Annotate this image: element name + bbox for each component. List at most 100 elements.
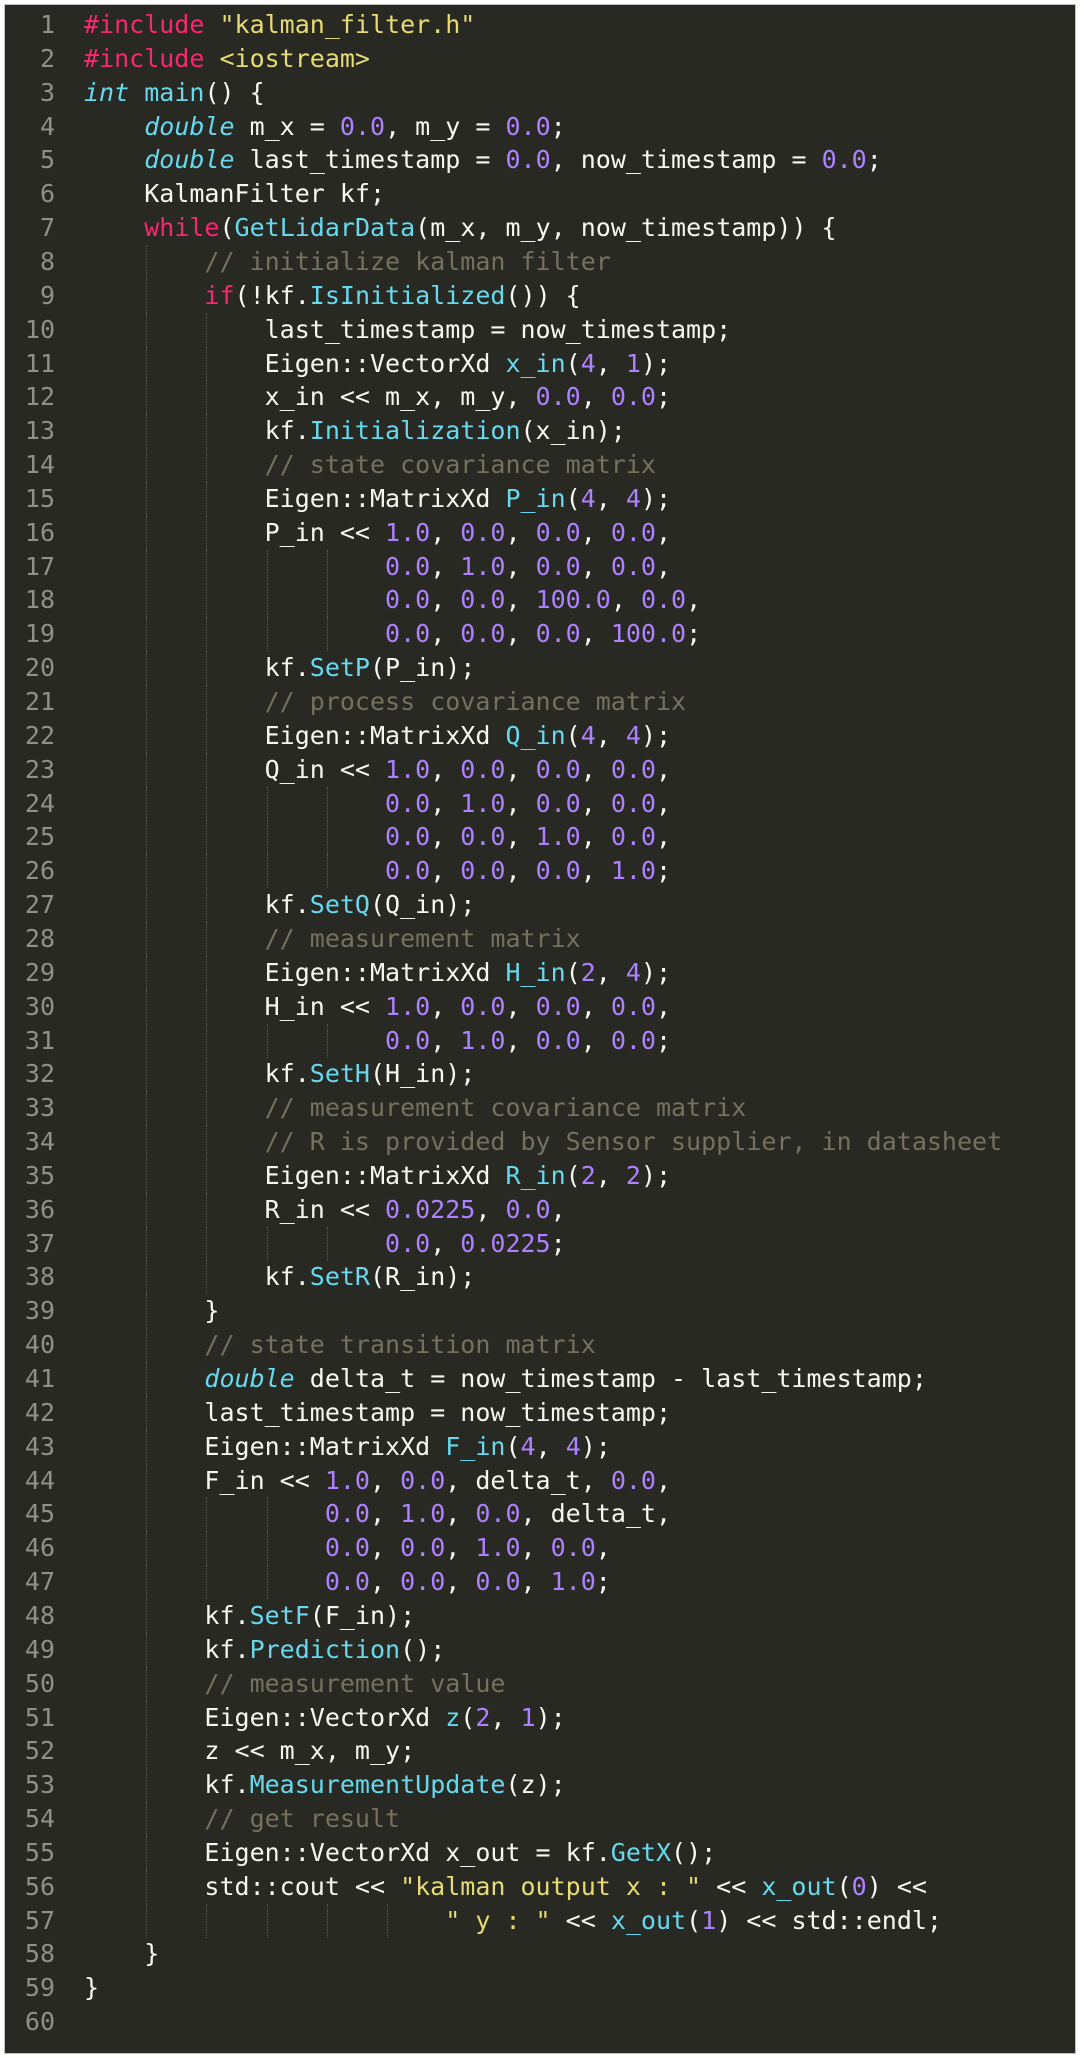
code-line[interactable]: 1 #include "kalman_filter.h": [5, 8, 1075, 42]
code-token: ,: [505, 1025, 536, 1055]
code-token: 0.0: [535, 619, 581, 649]
code-line[interactable]: 54 // get result: [5, 1802, 1075, 1837]
code-line[interactable]: 49 kf.Prediction();: [5, 1632, 1075, 1667]
code-token: delta_t = now_timestamp - last_timestamp…: [294, 1364, 927, 1393]
code-token: 1.0: [460, 788, 506, 818]
code-line[interactable]: 44 F_in << 1.0, 0.0, delta_t, 0.0,: [5, 1463, 1075, 1498]
code-line[interactable]: 4 double m_x = 0.0, m_y = 0.0;: [5, 110, 1075, 144]
code-token: 0.0: [505, 111, 551, 141]
code-line[interactable]: 39 }: [5, 1294, 1075, 1329]
code-token: kf.: [84, 1600, 250, 1630]
code-line[interactable]: 60: [5, 2005, 1075, 2039]
code-line[interactable]: 35 Eigen::MatrixXd R_in(2, 2);: [5, 1158, 1075, 1193]
code-line[interactable]: 22 Eigen::MatrixXd Q_in(4, 4);: [5, 718, 1075, 753]
code-line[interactable]: 36 R_in << 0.0225, 0.0,: [5, 1192, 1075, 1227]
code-line[interactable]: 25 0.0, 0.0, 1.0, 0.0,: [5, 820, 1075, 855]
code-line[interactable]: 59}: [5, 1971, 1075, 2005]
code-line[interactable]: 55 Eigen::VectorXd x_out = kf.GetX();: [5, 1835, 1075, 1870]
code-token: if: [204, 280, 235, 310]
code-line[interactable]: 47 0.0, 0.0, 0.0, 1.0;: [5, 1565, 1075, 1600]
line-number: 33: [24, 1093, 55, 1123]
code-line[interactable]: 26 0.0, 0.0, 0.0, 1.0;: [5, 854, 1075, 889]
code-token: ,: [655, 754, 672, 784]
code-line[interactable]: 50 // measurement value: [5, 1666, 1075, 1701]
code-line[interactable]: 10 last_timestamp = now_timestamp;: [5, 312, 1075, 347]
line-number: 50: [24, 1668, 55, 1698]
code-line[interactable]: 20 kf.SetP(P_in);: [5, 651, 1075, 686]
code-line[interactable]: 51 Eigen::VectorXd z(2, 1);: [5, 1700, 1075, 1735]
code-line[interactable]: 17 0.0, 1.0, 0.0, 0.0,: [5, 549, 1075, 584]
code-line[interactable]: 27 kf.SetQ(Q_in);: [5, 888, 1075, 923]
code-line[interactable]: 6 KalmanFilter kf;: [5, 177, 1075, 211]
code-text: // process covariance matrix: [84, 685, 686, 719]
code-line[interactable]: 14 // state covariance matrix: [5, 448, 1075, 483]
code-token: 0.0: [535, 1025, 581, 1055]
code-token: (: [505, 1431, 521, 1461]
code-token: ,: [595, 348, 626, 378]
code-line[interactable]: 40 // state transition matrix: [5, 1328, 1075, 1363]
code-line[interactable]: 37 0.0, 0.0225;: [5, 1226, 1075, 1261]
code-line[interactable]: 28 // measurement matrix: [5, 921, 1075, 956]
code-line[interactable]: 53 kf.MeasurementUpdate(z);: [5, 1768, 1075, 1803]
code-editor[interactable]: 1 #include "kalman_filter.h" 2 #include <io…: [4, 4, 1076, 2054]
code-token: (: [565, 720, 581, 750]
code-token: );: [640, 1160, 672, 1190]
code-text: 0.0, 0.0, 0.0, 1.0;: [84, 1565, 611, 1599]
code-line[interactable]: 31 0.0, 1.0, 0.0, 0.0;: [5, 1023, 1075, 1058]
code-token: 1: [701, 1905, 717, 1935]
code-line[interactable]: 3 int main() {: [5, 76, 1075, 110]
code-line[interactable]: 8 // initialize kalman filter: [5, 244, 1075, 279]
line-number: 8: [39, 246, 55, 276]
code-line[interactable]: 18 0.0, 0.0, 100.0, 0.0,: [5, 583, 1075, 618]
code-token: (H_in);: [370, 1059, 476, 1089]
code-line[interactable]: 30 H_in << 1.0, 0.0, 0.0, 0.0,: [5, 989, 1075, 1024]
code-line[interactable]: 21 // process covariance matrix: [5, 685, 1075, 719]
code-line[interactable]: 11 Eigen::VectorXd x_in(4, 1);: [5, 346, 1075, 381]
code-token: ,: [369, 1499, 401, 1529]
code-line[interactable]: 5 double last_timestamp = 0.0, now_times…: [5, 143, 1075, 177]
code-line[interactable]: 56 std::cout << "kalman output x : " << …: [5, 1869, 1075, 1904]
code-token: // state covariance matrix: [264, 450, 656, 480]
code-line[interactable]: 41 double delta_t = now_timestamp - last…: [5, 1362, 1075, 1396]
code-line[interactable]: 48 kf.SetF(F_in);: [5, 1598, 1075, 1633]
code-text: Eigen::MatrixXd R_in(2, 2);: [84, 1159, 671, 1193]
code-line[interactable]: 2 #include <iostream>: [5, 42, 1075, 76]
code-token: ,: [595, 483, 626, 513]
code-token: 0.0: [550, 1533, 596, 1563]
code-token: 1: [625, 348, 641, 378]
code-text: 0.0, 0.0, 0.0, 100.0;: [84, 617, 701, 651]
code-line[interactable]: 43 Eigen::MatrixXd F_in(4, 4);: [5, 1429, 1075, 1464]
code-token: 1.0: [385, 991, 431, 1021]
code-line[interactable]: 12 x_in << m_x, m_y, 0.0, 0.0;: [5, 380, 1075, 415]
code-line[interactable]: 23 Q_in << 1.0, 0.0, 0.0, 0.0,: [5, 752, 1075, 787]
code-token: ;: [595, 1567, 611, 1597]
code-line[interactable]: 33 // measurement covariance matrix: [5, 1091, 1075, 1126]
code-line[interactable]: 46 0.0, 0.0, 1.0, 0.0,: [5, 1531, 1075, 1566]
code-line[interactable]: 32 kf.SetH(H_in);: [5, 1057, 1075, 1092]
code-line[interactable]: 58 }: [5, 1937, 1075, 1971]
code-token: 1.0: [475, 1533, 521, 1563]
code-token: , delta_t,: [445, 1465, 611, 1495]
code-token: ,: [580, 856, 611, 886]
code-line[interactable]: 52 z << m_x, m_y;: [5, 1734, 1075, 1769]
code-line[interactable]: 19 0.0, 0.0, 0.0, 100.0;: [5, 617, 1075, 652]
code-line[interactable]: 29 Eigen::MatrixXd H_in(2, 4);: [5, 955, 1075, 990]
line-number: 22: [24, 720, 55, 750]
code-line[interactable]: 45 0.0, 1.0, 0.0, delta_t,: [5, 1497, 1075, 1532]
code-line[interactable]: 24 0.0, 1.0, 0.0, 0.0,: [5, 786, 1075, 821]
code-line[interactable]: 16 P_in << 1.0, 0.0, 0.0, 0.0,: [5, 515, 1075, 550]
line-number: 47: [24, 1567, 55, 1597]
code-line[interactable]: 7 while(GetLidarData(m_x, m_y, now_times…: [5, 211, 1075, 245]
code-line[interactable]: 13 kf.Initialization(x_in);: [5, 414, 1075, 449]
code-line[interactable]: 9 if(!kf.IsInitialized()) {: [5, 278, 1075, 313]
code-line[interactable]: 15 Eigen::MatrixXd P_in(4, 4);: [5, 481, 1075, 516]
code-line[interactable]: 42 last_timestamp = now_timestamp;: [5, 1395, 1075, 1430]
code-line[interactable]: 34 // R is provided by Sensor supplier, …: [5, 1125, 1075, 1160]
code-line[interactable]: 38 kf.SetR(R_in);: [5, 1260, 1075, 1295]
code-line[interactable]: 57 " y : " << x_out(1) << std::endl;: [5, 1903, 1075, 1938]
